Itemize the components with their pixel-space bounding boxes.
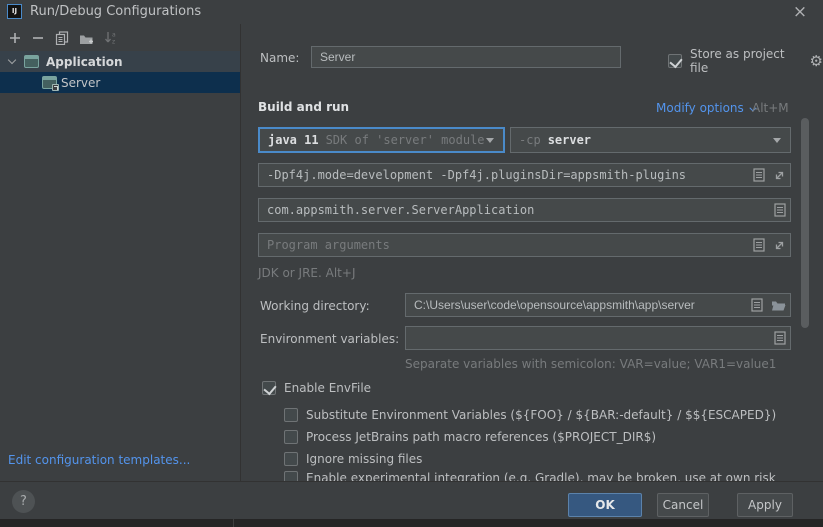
program-arguments-input[interactable] xyxy=(258,233,791,257)
background-behind-dialog xyxy=(0,519,823,527)
application-run-icon xyxy=(42,76,57,89)
run-debug-configurations-dialog: IJ Run/Debug Configurations × xyxy=(0,0,823,527)
insert-macros-icon[interactable] xyxy=(774,331,786,345)
chevron-down-icon[interactable] xyxy=(8,56,16,64)
sidebar-toolbar: a z xyxy=(0,26,240,50)
chevron-down-icon xyxy=(486,138,494,143)
working-directory-field-wrap xyxy=(405,293,791,317)
browse-folder-icon[interactable] xyxy=(771,299,786,312)
process-path-macros-checkbox[interactable] xyxy=(284,430,298,444)
name-field-wrap xyxy=(311,46,621,68)
jre-value: java 11 xyxy=(268,133,319,147)
edit-configuration-templates-link[interactable]: Edit configuration templates... xyxy=(8,453,190,467)
working-directory-label: Working directory: xyxy=(260,299,370,313)
close-icon[interactable]: × xyxy=(789,1,811,23)
modify-options-label: Modify options xyxy=(656,101,744,115)
insert-macros-icon[interactable] xyxy=(751,298,763,312)
configuration-form: Name: Store as project file ⚙ Build and … xyxy=(241,24,823,481)
apply-button[interactable]: Apply xyxy=(737,493,793,517)
svg-text:a: a xyxy=(112,32,116,39)
environment-variables-label: Environment variables: xyxy=(260,332,399,346)
program-arguments-field-wrap xyxy=(258,233,791,257)
experimental-integration-checkbox[interactable] xyxy=(284,471,298,481)
tree-item-label: Server xyxy=(61,76,100,90)
vm-options-input[interactable] xyxy=(258,163,791,187)
enable-envfile-row: Enable EnvFile xyxy=(262,381,371,395)
chevron-down-icon xyxy=(773,138,781,143)
classpath-module-combobox[interactable]: -cp server xyxy=(510,127,791,153)
configurations-sidebar: a z Application Server Edit configuratio… xyxy=(0,24,241,481)
insert-macros-icon[interactable] xyxy=(753,168,765,182)
build-and-run-header: Build and run xyxy=(258,100,349,114)
jre-hint-text: SDK of 'server' module xyxy=(326,133,485,147)
environment-variables-field-wrap xyxy=(405,326,791,350)
ok-button[interactable]: OK xyxy=(568,493,642,517)
application-icon xyxy=(24,55,39,68)
store-as-project-file-checkbox[interactable] xyxy=(668,54,682,68)
environment-variables-hint: Separate variables with semicolon: VAR=v… xyxy=(405,357,776,371)
sort-configurations-button[interactable]: a z xyxy=(102,29,120,47)
tree-group-application[interactable]: Application xyxy=(0,51,240,72)
main-class-input[interactable] xyxy=(258,198,791,222)
jre-shortcut-hint: JDK or JRE. Alt+J xyxy=(258,266,355,280)
copy-configuration-button[interactable] xyxy=(53,29,71,47)
title-bar: IJ Run/Debug Configurations × xyxy=(0,0,823,24)
intellij-logo-icon: IJ xyxy=(7,4,22,19)
enable-envfile-checkbox[interactable] xyxy=(262,381,276,395)
expand-field-icon[interactable] xyxy=(773,169,786,182)
modify-options-link[interactable]: Modify options xyxy=(656,101,754,115)
process-path-macros-row: Process JetBrains path macro references … xyxy=(284,430,656,444)
experimental-integration-row: Enable experimental integration (e.g. Gr… xyxy=(284,471,776,481)
help-button[interactable]: ? xyxy=(12,490,35,513)
environment-variables-input[interactable] xyxy=(405,326,791,350)
remove-configuration-button[interactable] xyxy=(29,29,47,47)
background-divider xyxy=(233,519,234,527)
tree-item-server[interactable]: Server xyxy=(0,72,240,93)
main-class-field-wrap xyxy=(258,198,791,222)
dialog-footer: ? OK Cancel Apply xyxy=(0,481,823,519)
experimental-integration-label: Enable experimental integration (e.g. Gr… xyxy=(306,471,776,481)
substitute-env-vars-label: Substitute Environment Variables (${FOO}… xyxy=(306,408,776,422)
modify-options-shortcut: Alt+M xyxy=(752,101,789,115)
insert-macros-icon[interactable] xyxy=(753,238,765,252)
ignore-missing-files-checkbox[interactable] xyxy=(284,452,298,466)
cancel-button[interactable]: Cancel xyxy=(657,493,709,517)
store-as-project-file-row: Store as project file ⚙ xyxy=(668,47,823,75)
new-folder-button[interactable] xyxy=(77,29,95,47)
insert-macros-icon[interactable] xyxy=(774,203,786,217)
cp-value: server xyxy=(548,133,591,147)
name-label: Name: xyxy=(260,51,299,65)
svg-text:z: z xyxy=(112,39,115,46)
tree-group-label: Application xyxy=(46,55,123,69)
gear-icon[interactable]: ⚙ xyxy=(810,54,823,69)
run-badge-icon xyxy=(52,84,59,91)
name-input[interactable] xyxy=(311,46,621,68)
vm-options-field-wrap xyxy=(258,163,791,187)
enable-envfile-label: Enable EnvFile xyxy=(284,381,371,395)
working-directory-input[interactable] xyxy=(405,293,791,317)
cp-prefix: -cp xyxy=(519,133,541,147)
expand-field-icon[interactable] xyxy=(773,239,786,252)
jre-combobox[interactable]: java 11 SDK of 'server' module xyxy=(258,127,505,153)
add-configuration-button[interactable] xyxy=(6,29,24,47)
substitute-env-vars-row: Substitute Environment Variables (${FOO}… xyxy=(284,408,776,422)
vertical-scrollbar[interactable] xyxy=(801,118,809,328)
store-as-project-file-label: Store as project file xyxy=(690,47,802,75)
substitute-env-vars-checkbox[interactable] xyxy=(284,408,298,422)
dialog-title: Run/Debug Configurations xyxy=(30,4,201,19)
process-path-macros-label: Process JetBrains path macro references … xyxy=(306,430,656,444)
ignore-missing-files-label: Ignore missing files xyxy=(306,452,422,466)
ignore-missing-files-row: Ignore missing files xyxy=(284,452,422,466)
